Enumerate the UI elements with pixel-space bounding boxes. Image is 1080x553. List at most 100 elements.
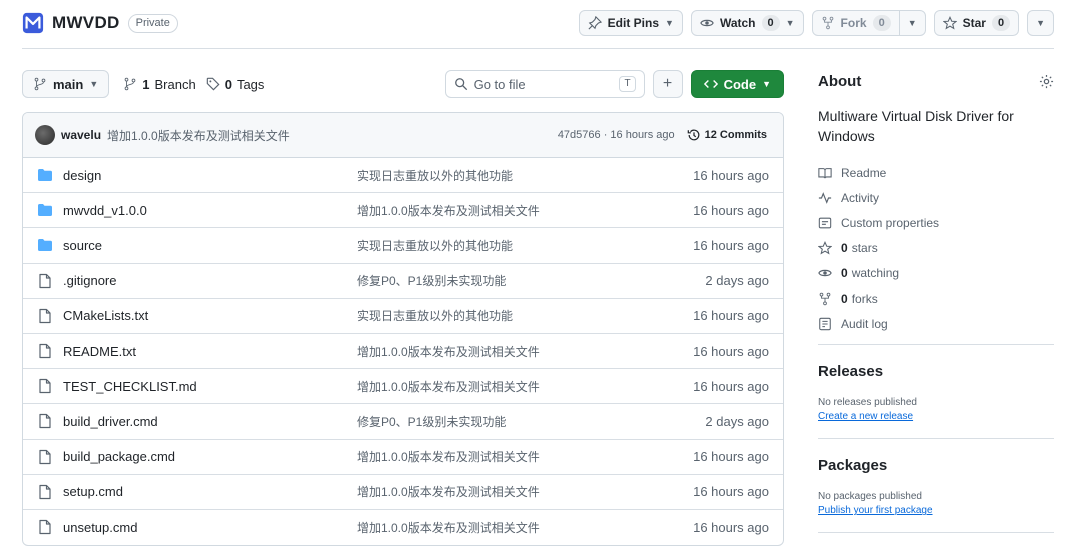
table-row[interactable]: setup.cmd 增加1.0.0版本发布及测试相关文件 16 hours ago: [23, 475, 783, 510]
branch-selector[interactable]: main ▼: [22, 70, 110, 98]
create-release-link[interactable]: Create a new release: [818, 410, 1054, 424]
repo-name[interactable]: MWVDD: [52, 13, 120, 33]
pin-icon: [588, 16, 602, 30]
stars-label: stars: [851, 241, 878, 256]
file-commit-message[interactable]: 实现日志重放以外的其他功能: [357, 237, 693, 254]
star-button[interactable]: Star 0: [933, 10, 1020, 36]
visibility-badge: Private: [127, 13, 178, 33]
chevron-down-icon: ▼: [89, 79, 99, 89]
file-icon: [39, 308, 51, 323]
releases-note: No releases published: [818, 397, 917, 409]
note-icon: [818, 217, 832, 229]
audit-log-label: Audit log: [841, 316, 888, 331]
file-name[interactable]: unsetup.cmd: [63, 520, 357, 535]
fork-button[interactable]: Fork 0 ▼: [811, 10, 926, 36]
file-commit-message[interactable]: 增加1.0.0版本发布及测试相关文件: [357, 448, 693, 465]
file-name[interactable]: build_package.cmd: [63, 449, 357, 464]
fork-icon: [819, 292, 831, 305]
code-label: Code: [723, 76, 757, 92]
activity-link[interactable]: Activity: [818, 185, 1054, 210]
file-icon: [39, 414, 51, 429]
chevron-down-icon[interactable]: ▼: [908, 18, 917, 28]
stars-link[interactable]: 0 stars: [818, 236, 1054, 261]
file-name[interactable]: source: [63, 238, 357, 253]
table-row[interactable]: design 实现日志重放以外的其他功能 16 hours ago: [23, 158, 783, 194]
file-commit-message[interactable]: 实现日志重放以外的其他功能: [357, 307, 693, 324]
fork-count: 0: [872, 15, 891, 31]
file-commit-message[interactable]: 增加1.0.0版本发布及测试相关文件: [357, 343, 693, 360]
file-name[interactable]: .gitignore: [63, 273, 357, 288]
avatar[interactable]: [35, 125, 55, 145]
file-list: wavelu 增加1.0.0版本发布及测试相关文件 47d5766 · 16 h…: [22, 112, 784, 546]
file-name[interactable]: CMakeLists.txt: [63, 308, 357, 323]
plus-icon: +: [662, 75, 673, 92]
search-icon: [454, 78, 467, 91]
file-commit-message[interactable]: 增加1.0.0版本发布及测试相关文件: [357, 483, 693, 500]
tags-link[interactable]: 0 Tags: [206, 77, 264, 92]
commit-meta[interactable]: 47d5766 · 16 hours ago: [558, 129, 675, 141]
table-row[interactable]: README.txt 增加1.0.0版本发布及测试相关文件 16 hours ago: [23, 334, 783, 370]
file-commit-message[interactable]: 修复P0、P1级别未实现功能: [357, 272, 705, 289]
branch-icon: [124, 77, 136, 91]
about-links: Readme Activity Custom properties 0 star…: [818, 160, 1054, 336]
table-row[interactable]: source 实现日志重放以外的其他功能 16 hours ago: [23, 228, 783, 264]
commit-message[interactable]: 增加1.0.0版本发布及测试相关文件: [107, 127, 290, 144]
file-commit-message[interactable]: 增加1.0.0版本发布及测试相关文件: [357, 378, 693, 395]
table-row[interactable]: build_driver.cmd 修复P0、P1级别未实现功能 2 days ago: [23, 404, 783, 440]
code-button[interactable]: Code ▼: [690, 70, 784, 98]
table-row[interactable]: CMakeLists.txt 实现日志重放以外的其他功能 16 hours ago: [23, 299, 783, 334]
chevron-down-icon: ▼: [1036, 18, 1045, 28]
table-row[interactable]: unsetup.cmd 增加1.0.0版本发布及测试相关文件 16 hours ag…: [23, 510, 783, 545]
file-commit-date: 16 hours ago: [693, 237, 769, 253]
go-to-file-input[interactable]: Go to file T: [444, 70, 645, 98]
table-row[interactable]: build_package.cmd 增加1.0.0版本发布及测试相关文件 16 ho…: [23, 440, 783, 475]
file-commit-message[interactable]: 增加1.0.0版本发布及测试相关文件: [357, 202, 693, 219]
file-name[interactable]: mwvdd_v1.0.0: [63, 203, 357, 218]
file-icon: [39, 520, 51, 535]
file-name[interactable]: README.txt: [63, 344, 357, 359]
forks-link[interactable]: 0 forks: [818, 286, 1054, 311]
add-file-button[interactable]: +: [652, 70, 683, 98]
file-name[interactable]: TEST_CHECKLIST.md: [63, 379, 357, 394]
file-commit-date: 2 days ago: [705, 273, 769, 289]
packages-title[interactable]: Packages: [818, 457, 1054, 474]
releases-title[interactable]: Releases: [818, 363, 1054, 380]
file-name[interactable]: setup.cmd: [63, 484, 357, 499]
file-commit-date: 16 hours ago: [693, 484, 769, 500]
file-icon: [39, 449, 51, 464]
audit-log-link[interactable]: Audit log: [818, 311, 1054, 336]
table-row[interactable]: mwvdd_v1.0.0 增加1.0.0版本发布及测试相关文件 16 hours a…: [23, 193, 783, 229]
file-toolbar: main ▼ 1 Branch 0 Tags Go to file T + Co…: [22, 70, 784, 98]
folder-icon: [38, 204, 52, 217]
file-commit-message[interactable]: 修复P0、P1级别未实现功能: [357, 413, 705, 430]
branches-link[interactable]: 1 Branch: [123, 76, 196, 92]
gear-icon[interactable]: [1039, 74, 1054, 89]
branches-label: Branch: [154, 76, 196, 92]
edit-pins-button[interactable]: Edit Pins ▼: [578, 10, 683, 36]
watch-label: Watch: [719, 16, 756, 30]
table-row[interactable]: .gitignore 修复P0、P1级别未实现功能 2 days ago: [23, 264, 783, 299]
readme-label: Readme: [841, 165, 887, 180]
file-commit-date: 16 hours ago: [693, 519, 769, 535]
table-row[interactable]: TEST_CHECKLIST.md 增加1.0.0版本发布及测试相关文件 16 ho…: [23, 369, 783, 405]
file-name[interactable]: build_driver.cmd: [63, 414, 357, 429]
publish-package-link[interactable]: Publish your first package: [818, 504, 1054, 518]
file-name[interactable]: design: [63, 168, 357, 183]
watch-count: 0: [761, 15, 780, 31]
watching-label: watching: [851, 266, 900, 281]
file-commit-message[interactable]: 实现日志重放以外的其他功能: [357, 167, 693, 184]
commit-author[interactable]: wavelu: [61, 128, 101, 142]
file-commit-date: 16 hours ago: [693, 449, 769, 465]
star-dropdown-button[interactable]: ▼: [1027, 10, 1054, 36]
custom-properties-link[interactable]: Custom properties: [818, 210, 1054, 235]
edit-pins-label: Edit Pins: [607, 16, 660, 30]
readme-link[interactable]: Readme: [818, 160, 1054, 185]
watching-link[interactable]: 0 watching: [818, 261, 1054, 286]
pulse-icon: [818, 191, 832, 204]
book-icon: [818, 167, 832, 178]
go-to-file-placeholder: Go to file: [473, 76, 526, 92]
file-commit-date: 2 days ago: [705, 413, 769, 429]
file-commit-message[interactable]: 增加1.0.0版本发布及测试相关文件: [357, 519, 693, 536]
commits-link[interactable]: 12 Commits: [687, 128, 767, 142]
watch-button[interactable]: Watch 0 ▼: [690, 10, 804, 36]
